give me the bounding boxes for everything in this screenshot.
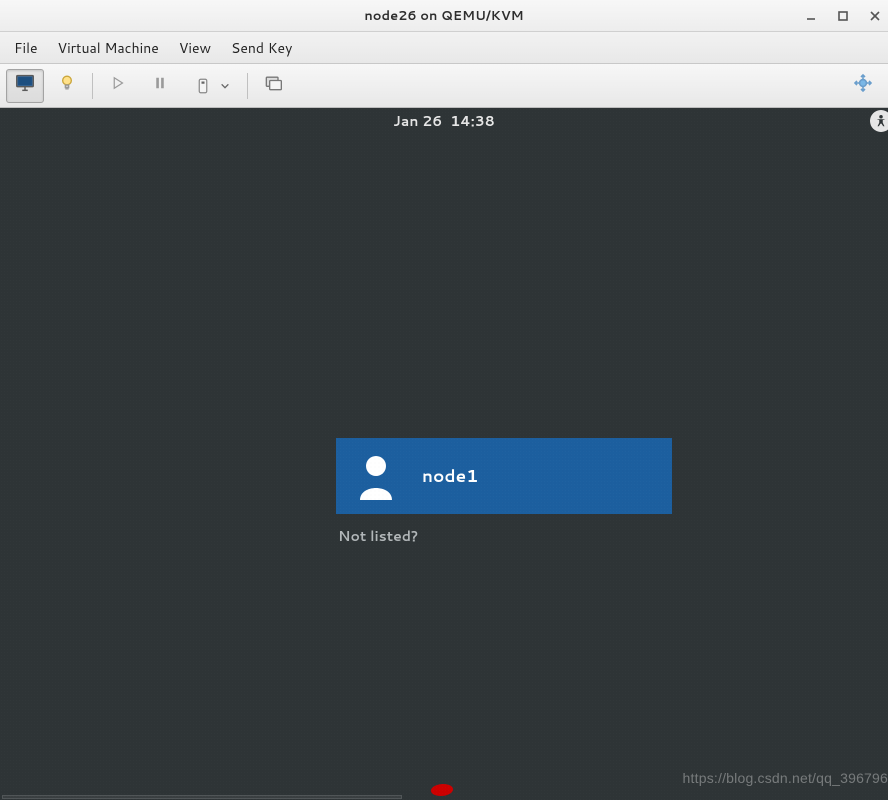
shutdown-dropdown-button[interactable] [183, 69, 241, 103]
power-icon [194, 77, 230, 95]
pause-icon [151, 74, 169, 98]
redhat-hat-icon [429, 778, 459, 800]
close-button[interactable] [868, 9, 882, 23]
usb-redirect-button[interactable] [844, 69, 882, 103]
guest-clock[interactable]: Jan 26 14:38 [393, 111, 494, 131]
accessibility-icon[interactable] [870, 110, 888, 132]
toolbar-separator [247, 73, 248, 99]
horizontal-scrollbar[interactable] [2, 795, 402, 799]
window-controls [804, 9, 882, 23]
guest-date: Jan 26 [393, 111, 442, 131]
show-details-button[interactable] [48, 69, 86, 103]
pause-button[interactable] [141, 69, 179, 103]
monitor-icon [14, 72, 36, 100]
guest-time: 14:38 [450, 111, 495, 131]
show-console-button[interactable] [6, 69, 44, 103]
minimize-button[interactable] [804, 9, 818, 23]
guest-topbar: Jan 26 14:38 [0, 108, 888, 134]
login-not-listed-link[interactable]: Not listed? [338, 526, 418, 546]
play-icon [109, 74, 127, 98]
maximize-button[interactable] [836, 9, 850, 23]
chevron-down-icon [220, 81, 230, 91]
menu-virtual-machine[interactable]: Virtual Machine [48, 34, 169, 62]
menu-view[interactable]: View [169, 34, 221, 62]
watermark-text: https://blog.csdn.net/qq_39679699 [683, 770, 888, 786]
login-user-card[interactable]: node1 [336, 438, 672, 514]
fullscreen-icon [263, 73, 283, 99]
toolbar [0, 64, 888, 108]
toolbar-separator [92, 73, 93, 99]
login-user-name: node1 [422, 464, 478, 488]
menu-file[interactable]: File [4, 34, 48, 62]
lightbulb-icon [57, 73, 77, 99]
menubar: File Virtual Machine View Send Key [0, 32, 888, 64]
user-avatar-icon [354, 450, 398, 502]
window-title: node26 on QEMU/KVM [364, 7, 523, 25]
redhat-logo [429, 778, 459, 800]
guest-display[interactable]: Jan 26 14:38 node1 Not listed? https://b… [0, 108, 888, 800]
menu-send-key[interactable]: Send Key [221, 34, 302, 62]
usb-redirect-icon [849, 73, 877, 99]
titlebar: node26 on QEMU/KVM [0, 0, 888, 32]
fullscreen-button[interactable] [254, 69, 292, 103]
run-button[interactable] [99, 69, 137, 103]
